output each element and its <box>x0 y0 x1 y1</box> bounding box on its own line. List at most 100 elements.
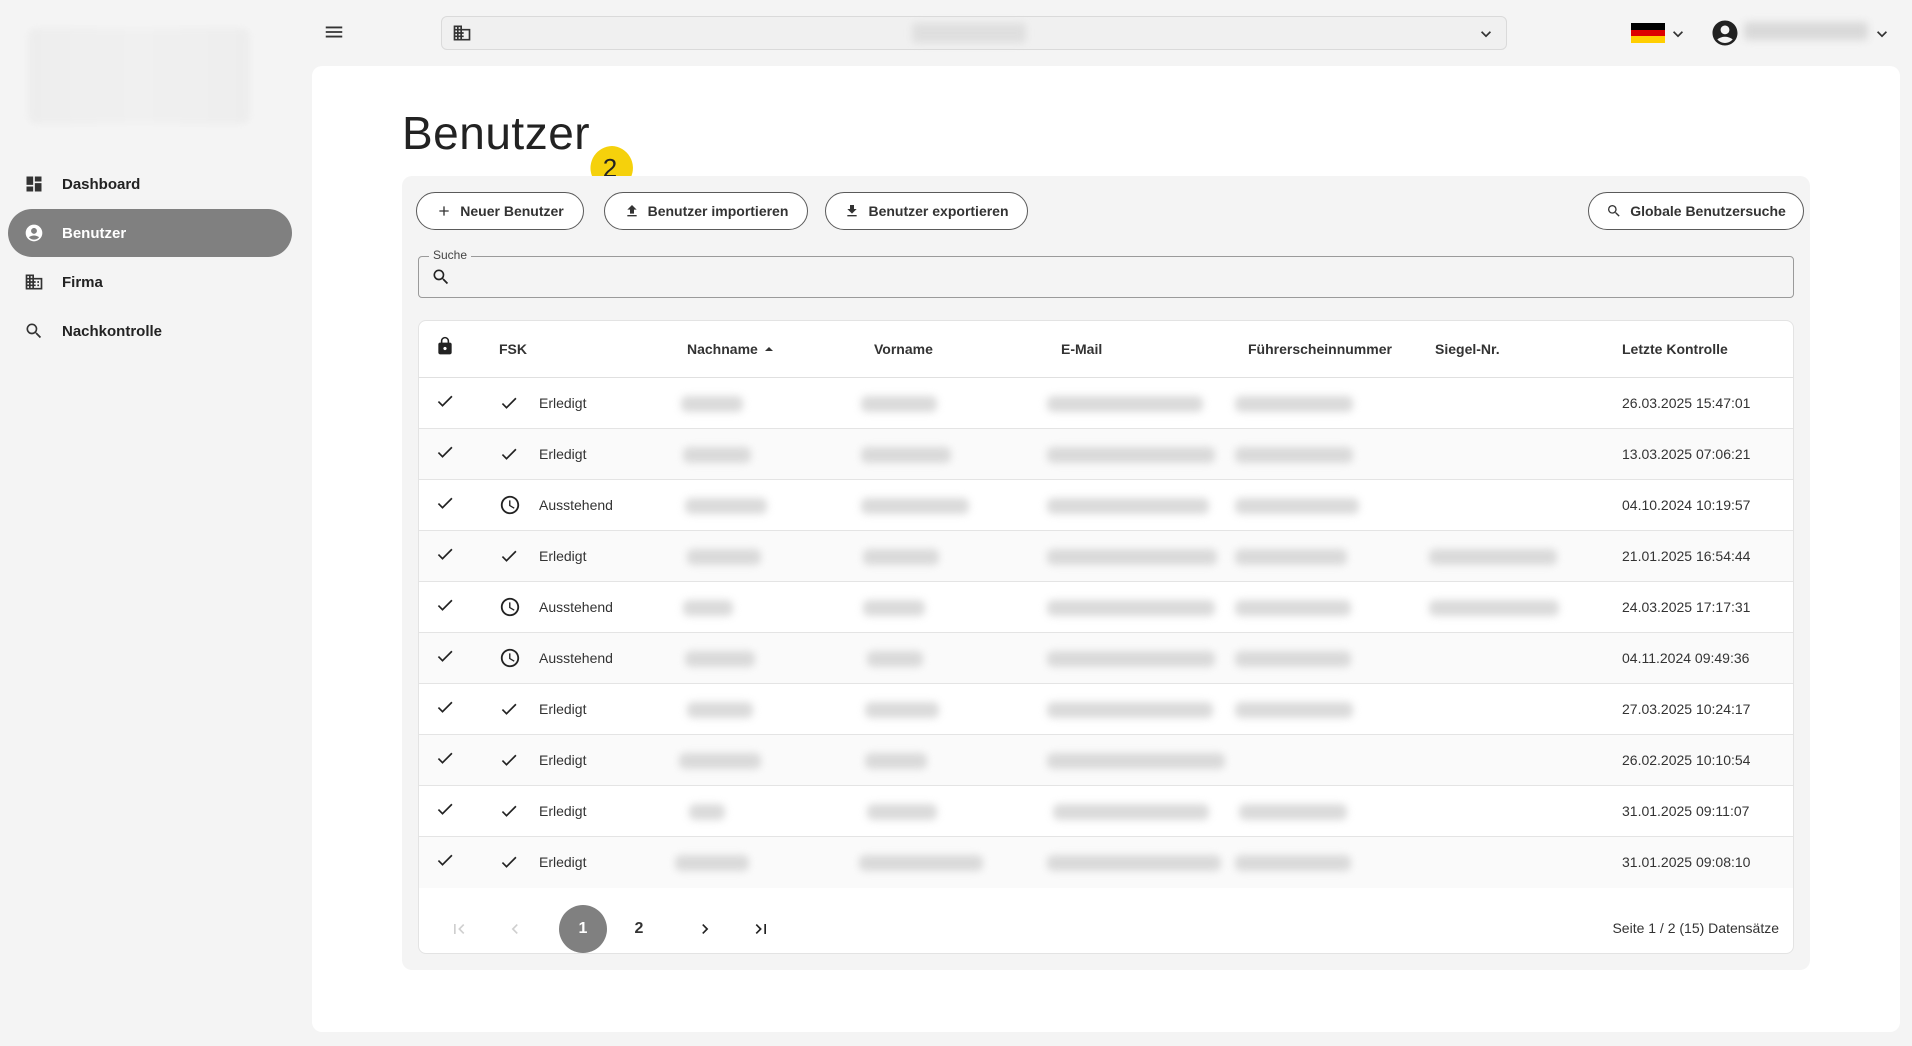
next-page-icon[interactable] <box>681 905 729 953</box>
check-icon <box>435 595 455 618</box>
table-row[interactable]: Erledigt 26.02.2025 10:10:54 <box>419 735 1793 786</box>
user-avatar-icon[interactable] <box>1710 18 1740 48</box>
global-user-search-label: Globale Benutzersuche <box>1630 203 1786 219</box>
table-row[interactable]: Ausstehend 04.11.2024 09:49:36 <box>419 633 1793 684</box>
column-header-vorname[interactable]: Vorname <box>874 341 933 357</box>
table-row[interactable]: Erledigt 26.03.2025 15:47:01 <box>419 378 1793 429</box>
upload-icon <box>624 203 640 219</box>
new-user-button[interactable]: Neuer Benutzer <box>416 192 584 230</box>
check-icon <box>499 546 519 569</box>
redacted-nachname <box>687 702 753 718</box>
check-icon <box>435 544 455 567</box>
redacted-fuehrerscheinnummer <box>1235 498 1359 514</box>
search-field[interactable]: Suche <box>418 248 1794 298</box>
redacted-fuehrerscheinnummer <box>1235 549 1347 565</box>
fsk-status: Ausstehend <box>539 650 613 666</box>
chevron-down-icon[interactable] <box>1668 24 1688 49</box>
fsk-status: Erledigt <box>539 752 587 768</box>
users-card: Neuer Benutzer Benutzer importieren Benu… <box>402 176 1810 970</box>
search-label: Suche <box>429 248 472 262</box>
redacted-vorname <box>867 804 937 820</box>
last-check-date: 04.10.2024 10:19:57 <box>1622 497 1751 513</box>
redacted-fuehrerscheinnummer <box>1235 447 1353 463</box>
sidebar: Dashboard Benutzer Firma Nachkontrolle <box>0 0 312 1046</box>
user-name-redacted[interactable] <box>1744 22 1868 40</box>
pagination-info: Seite 1 / 2 (15) Datensätze <box>1612 920 1779 936</box>
export-users-button[interactable]: Benutzer exportieren <box>825 192 1028 230</box>
redacted-nachname <box>685 498 767 514</box>
redacted-email <box>1047 600 1215 616</box>
main-content: Benutzer 2 Neuer Benutzer Benutzer impor… <box>312 66 1900 1032</box>
sort-ascending-icon <box>764 344 774 354</box>
check-icon <box>435 799 455 822</box>
redacted-email <box>1047 651 1215 667</box>
redacted-nachname <box>675 855 749 871</box>
chevron-down-icon <box>1476 24 1496 49</box>
sidebar-item-label: Benutzer <box>62 224 127 242</box>
chevron-down-icon[interactable] <box>1872 24 1892 49</box>
redacted-nachname <box>685 651 755 667</box>
building-icon <box>452 23 472 43</box>
table-row[interactable]: Erledigt 31.01.2025 09:08:10 <box>419 837 1793 888</box>
last-page-icon[interactable] <box>737 905 785 953</box>
table-row[interactable]: Erledigt 27.03.2025 10:24:17 <box>419 684 1793 735</box>
first-page-icon[interactable] <box>435 905 483 953</box>
sidebar-item-dashboard[interactable]: Dashboard <box>8 160 292 208</box>
sidebar-item-firma[interactable]: Firma <box>8 258 292 306</box>
table-row[interactable]: Erledigt 31.01.2025 09:11:07 <box>419 786 1793 837</box>
fsk-status: Erledigt <box>539 854 587 870</box>
fsk-status: Ausstehend <box>539 599 613 615</box>
global-user-search-button[interactable]: Globale Benutzersuche <box>1588 192 1804 230</box>
menu-icon[interactable] <box>320 20 348 44</box>
check-icon <box>499 750 519 773</box>
page-title: Benutzer <box>402 107 591 159</box>
sidebar-item-nachkontrolle[interactable]: Nachkontrolle <box>8 307 292 355</box>
redacted-email <box>1047 396 1203 412</box>
previous-page-icon[interactable] <box>491 905 539 953</box>
check-icon <box>499 699 519 722</box>
language-flag-icon[interactable] <box>1631 23 1665 44</box>
table-row[interactable]: Ausstehend 24.03.2025 17:17:31 <box>419 582 1793 633</box>
check-icon <box>499 801 519 824</box>
last-check-date: 04.11.2024 09:49:36 <box>1622 650 1750 666</box>
check-icon <box>499 393 519 416</box>
page-button-2[interactable]: 2 <box>615 905 663 953</box>
last-check-date: 27.03.2025 10:24:17 <box>1622 701 1751 717</box>
export-users-label: Benutzer exportieren <box>868 203 1009 219</box>
last-check-date: 21.01.2025 16:54:44 <box>1622 548 1751 564</box>
column-header-fsk[interactable]: FSK <box>499 341 527 357</box>
sidebar-item-label: Dashboard <box>62 175 141 193</box>
redacted-nachname <box>679 753 761 769</box>
redacted-email <box>1047 549 1217 565</box>
column-header-siegel-nr[interactable]: Siegel-Nr. <box>1435 341 1500 357</box>
redacted-vorname <box>863 549 939 565</box>
pagination: 1 2 Seite 1 / 2 (15) Datensätze <box>419 887 1793 953</box>
redacted-email <box>1047 855 1221 871</box>
redacted-vorname <box>865 702 939 718</box>
redacted-vorname <box>861 447 951 463</box>
table-row[interactable]: Erledigt 13.03.2025 07:06:21 <box>419 429 1793 480</box>
column-header-label: Nachname <box>687 341 758 357</box>
redacted-fuehrerscheinnummer <box>1239 804 1347 820</box>
sidebar-item-benutzer[interactable]: Benutzer <box>8 209 292 257</box>
table-row[interactable]: Ausstehend 04.10.2024 10:19:57 <box>419 480 1793 531</box>
search-icon <box>1606 203 1622 219</box>
column-header-email[interactable]: E-Mail <box>1061 341 1102 357</box>
dashboard-icon <box>24 174 44 194</box>
import-users-button[interactable]: Benutzer importieren <box>604 192 808 230</box>
redacted-fuehrerscheinnummer <box>1235 855 1351 871</box>
column-header-fuehrerscheinnummer[interactable]: Führerscheinnummer <box>1248 341 1392 357</box>
table-row[interactable]: Erledigt 21.01.2025 16:54:44 <box>419 531 1793 582</box>
page-button-1[interactable]: 1 <box>559 905 607 953</box>
tenant-select[interactable] <box>441 16 1507 50</box>
last-check-date: 31.01.2025 09:08:10 <box>1622 854 1751 870</box>
check-icon <box>499 852 519 875</box>
column-header-letzte-kontrolle[interactable]: Letzte Kontrolle <box>1622 341 1728 357</box>
check-icon <box>435 697 455 720</box>
search-input[interactable] <box>463 265 1773 289</box>
column-header-nachname[interactable]: Nachname <box>687 341 774 357</box>
redacted-vorname <box>861 396 937 412</box>
check-icon <box>435 391 455 414</box>
company-logo <box>28 28 250 124</box>
flag-stripe <box>1631 23 1665 30</box>
